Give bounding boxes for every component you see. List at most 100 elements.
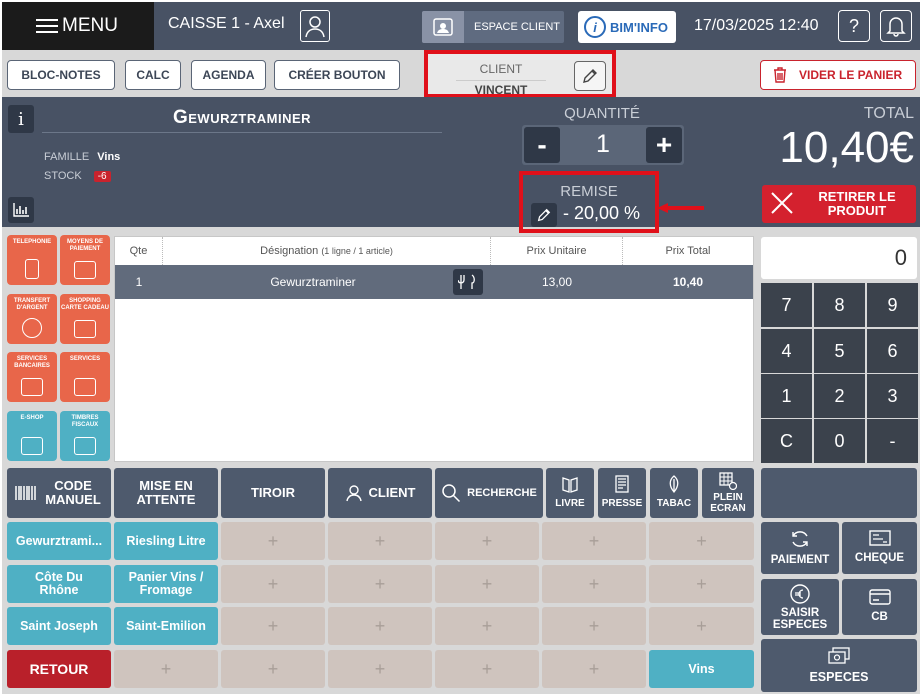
key-6[interactable]: 6 [867, 329, 918, 373]
quick-empty-slot[interactable]: + [649, 565, 754, 603]
fullscreen-icon [719, 472, 737, 490]
quick-saint-emilion[interactable]: Saint-Emilion [114, 607, 218, 645]
quick-empty-slot[interactable]: + [221, 522, 325, 560]
category-services-bancaires[interactable]: SERVICES BANCAIRES [7, 352, 57, 402]
quick-panier-vins-fromage[interactable]: Panier Vins / Fromage [114, 565, 218, 603]
help-icon[interactable]: ? [838, 10, 870, 42]
bloc-notes-button[interactable]: BLOC-NOTES [7, 60, 115, 90]
quick-vins[interactable]: Vins [649, 650, 754, 688]
quick-empty-slot[interactable]: + [328, 522, 432, 560]
quick-empty-slot[interactable]: + [114, 650, 218, 688]
category-label: SERVICES BANCAIRES [14, 356, 50, 369]
mise-en-attente-button[interactable]: MISE EN ATTENTE [114, 468, 218, 518]
vider-panier-button[interactable]: VIDER LE PANIER [760, 60, 916, 90]
key-1[interactable]: 1 [761, 374, 812, 418]
key-4[interactable]: 4 [761, 329, 812, 373]
vider-panier-label: VIDER LE PANIER [799, 68, 903, 82]
category-shopping-carte-cadeau[interactable]: SHOPPING CARTE CADEAU [60, 294, 110, 344]
key-minus[interactable]: - [867, 419, 918, 463]
product-name: Gewurztraminer [42, 107, 442, 133]
quantity-stepper: - 1 + [522, 125, 684, 165]
banknote-icon [828, 647, 850, 664]
product-info-button[interactable]: i [8, 105, 34, 133]
bell-icon[interactable] [880, 10, 912, 42]
pencil-icon [537, 208, 551, 222]
quick-empty-slot[interactable]: + [542, 607, 646, 645]
retour-button[interactable]: RETOUR [7, 650, 111, 688]
client-button[interactable]: CLIENT [328, 468, 432, 518]
quick-empty-slot[interactable]: + [542, 522, 646, 560]
edit-remise-button[interactable] [531, 203, 557, 227]
quantity-plus-button[interactable]: + [646, 127, 682, 163]
stock-badge: -6 [93, 171, 111, 182]
espace-client-button[interactable]: ESPACE CLIENT [422, 11, 564, 43]
key-clear[interactable]: C [761, 419, 812, 463]
bim-info-button[interactable]: i BIM'INFO [578, 11, 676, 43]
cb-button[interactable]: CB [842, 579, 917, 635]
user-account-icon[interactable] [300, 10, 330, 42]
key-7[interactable]: 7 [761, 283, 812, 327]
quick-empty-slot[interactable]: + [221, 565, 325, 603]
cheque-icon [868, 530, 891, 546]
tiroir-button[interactable]: TIROIR [221, 468, 325, 518]
quantity-minus-button[interactable]: - [524, 127, 560, 163]
category-telephonie[interactable]: TELEPHONIE [7, 235, 57, 285]
key-3[interactable]: 3 [867, 374, 918, 418]
quick-empty-slot[interactable]: + [435, 565, 539, 603]
quick-empty-slot[interactable]: + [435, 522, 539, 560]
especes-button[interactable]: ESPECES [761, 639, 917, 692]
category-moyens-paiement[interactable]: MOYENS DE PAIEMENT [60, 235, 110, 285]
search-icon [442, 484, 461, 503]
quantity-value[interactable]: 1 [562, 130, 644, 159]
table-row[interactable]: 1 Gewurztraminer 13,00 10,40 [115, 265, 753, 299]
quick-empty-slot[interactable]: + [542, 565, 646, 603]
category-timbres-fiscaux[interactable]: TIMBRES FISCAUX [60, 411, 110, 461]
key-8[interactable]: 8 [814, 283, 865, 327]
quick-empty-slot[interactable]: + [221, 650, 325, 688]
recherche-button[interactable]: RECHERCHE [435, 468, 543, 518]
quick-cote-du-rhone[interactable]: Côte Du Rhône [7, 565, 111, 603]
menu-button[interactable]: MENU [2, 2, 154, 50]
category-e-shop[interactable]: E-SHOP [7, 411, 57, 461]
edit-client-button[interactable] [574, 61, 606, 91]
key-5[interactable]: 5 [814, 329, 865, 373]
presse-label: PRESSE [601, 498, 643, 509]
quick-empty-slot[interactable]: + [435, 650, 539, 688]
quick-empty-slot[interactable]: + [542, 650, 646, 688]
stats-chart-icon[interactable] [8, 197, 34, 223]
quick-empty-slot[interactable]: + [328, 650, 432, 688]
quick-riesling-litre[interactable]: Riesling Litre [114, 522, 218, 560]
creer-bouton-button[interactable]: CRÉER BOUTON [274, 60, 400, 90]
food-pairing-icon[interactable] [453, 269, 483, 295]
quantity-label: QUANTITÉ [564, 105, 640, 122]
plein-ecran-button[interactable]: PLEIN ECRAN [702, 468, 754, 518]
calc-button[interactable]: CALC [125, 60, 181, 90]
quick-empty-slot[interactable]: + [328, 565, 432, 603]
category-transfert-argent[interactable]: TRANSFERT D'ARGENT [7, 294, 57, 344]
key-0[interactable]: 0 [814, 419, 865, 463]
quick-empty-slot[interactable]: + [649, 607, 754, 645]
presse-button[interactable]: PRESSE [598, 468, 646, 518]
quick-empty-slot[interactable]: + [328, 607, 432, 645]
famille-row: FAMILLE Vins [44, 151, 120, 163]
paiement-button[interactable]: PAIEMENT [761, 522, 839, 574]
saisir-especes-button[interactable]: SAISIR ESPECES [761, 579, 839, 635]
key-2[interactable]: 2 [814, 374, 865, 418]
quick-empty-slot[interactable]: + [649, 522, 754, 560]
code-manuel-button[interactable]: CODE MANUEL [7, 468, 111, 518]
quick-gewurztraminer[interactable]: Gewurztrami... [7, 522, 111, 560]
cheque-button[interactable]: CHEQUE [842, 522, 917, 574]
key-9[interactable]: 9 [867, 283, 918, 327]
retirer-produit-button[interactable]: RETIRER LE PRODUIT [762, 185, 916, 223]
quick-empty-slot[interactable]: + [221, 607, 325, 645]
blank-action-button[interactable] [761, 468, 917, 518]
livre-button[interactable]: LIVRE [546, 468, 594, 518]
quick-saint-joseph[interactable]: Saint Joseph [7, 607, 111, 645]
quick-empty-slot[interactable]: + [435, 607, 539, 645]
stock-row: STOCK -6 [44, 170, 111, 182]
client-selector[interactable]: CLIENT VINCENT [424, 50, 616, 98]
tabac-button[interactable]: TABAC [650, 468, 698, 518]
category-services[interactable]: SERVICES [60, 352, 110, 402]
refresh-payment-icon [792, 531, 808, 547]
agenda-button[interactable]: AGENDA [191, 60, 266, 90]
